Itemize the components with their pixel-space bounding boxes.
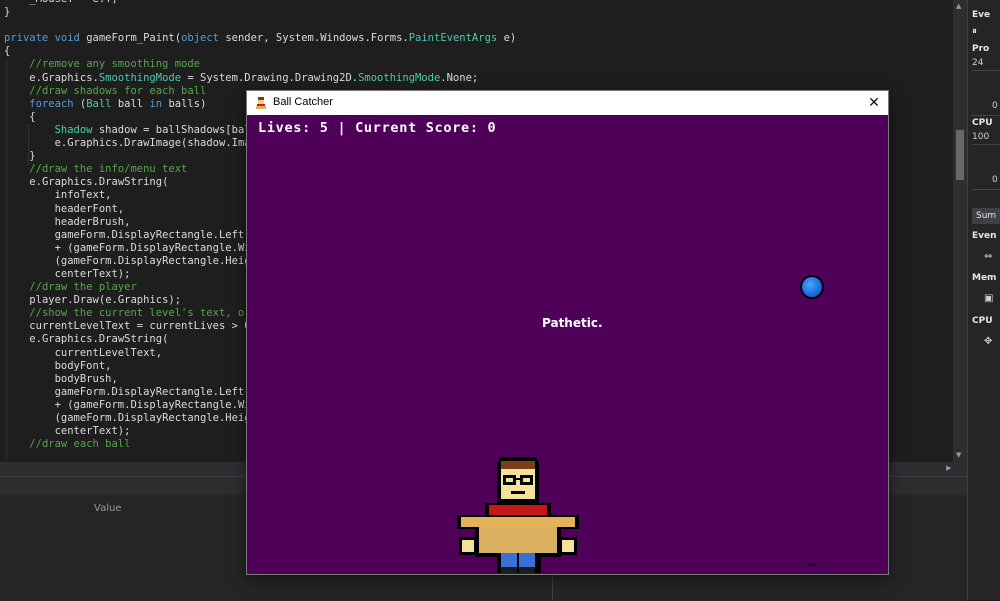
code-line[interactable]: { (4, 45, 516, 58)
process-min-value: 0 (992, 101, 998, 111)
memory-row-label: Mem (972, 273, 997, 283)
events-row-label: Even (972, 231, 997, 241)
cpu-max-value: 100 (972, 132, 990, 142)
pause-icon[interactable]: ⏸ (972, 26, 977, 37)
cpu-section-label: CPU (972, 118, 993, 128)
scroll-right-arrow-icon[interactable]: ▶ (946, 464, 951, 472)
window-titlebar[interactable]: Ball Catcher ✕ (247, 91, 888, 115)
scroll-thumb[interactable] (956, 130, 964, 180)
cpu-icon[interactable]: ✥ (984, 336, 992, 347)
code-line[interactable]: //remove any smoothing mode (4, 58, 516, 71)
value-column-header[interactable]: Value (94, 503, 121, 514)
process-max-value: 24 (972, 58, 984, 68)
code-line[interactable]: } (4, 6, 516, 19)
game-canvas[interactable]: Lives: 5 | Current Score: 0 Pathetic. (248, 115, 887, 573)
events-section-label: Eve (972, 10, 991, 20)
level-status-text: Pathetic. (542, 316, 603, 330)
cpu-row-label: CPU (972, 316, 993, 326)
code-line[interactable]: e.Graphics.SmoothingMode = System.Drawin… (4, 72, 516, 85)
cpu-min-value: 0 (992, 175, 998, 185)
tab-summary[interactable]: Sum (972, 208, 1000, 224)
memory-icon[interactable]: ▣ (984, 293, 993, 304)
events-icon[interactable]: ⇔ (984, 251, 992, 262)
close-icon[interactable]: ✕ (860, 91, 888, 115)
scroll-down-arrow-icon[interactable]: ▼ (956, 451, 961, 459)
diagnostic-tools-panel: Eve ⏸ Pro 24 0 CPU 100 0 Sum Even ⇔ Mem … (967, 0, 1000, 600)
ball-catcher-app-icon (254, 96, 268, 110)
ball-shadow (807, 563, 817, 566)
scroll-up-arrow-icon[interactable]: ▲ (956, 2, 961, 10)
player-character (457, 457, 579, 573)
falling-ball (802, 277, 822, 297)
process-memory-label: Pro (972, 44, 990, 54)
code-line[interactable]: private void gameForm_Paint(object sende… (4, 32, 516, 45)
lives-score-hud: Lives: 5 | Current Score: 0 (258, 120, 497, 136)
window-title: Ball Catcher (273, 96, 333, 108)
code-line[interactable] (4, 19, 516, 32)
ball-catcher-window[interactable]: Ball Catcher ✕ Lives: 5 | Current Score:… (247, 91, 888, 574)
editor-vertical-scrollbar[interactable]: ▲ ▼ (953, 0, 967, 462)
